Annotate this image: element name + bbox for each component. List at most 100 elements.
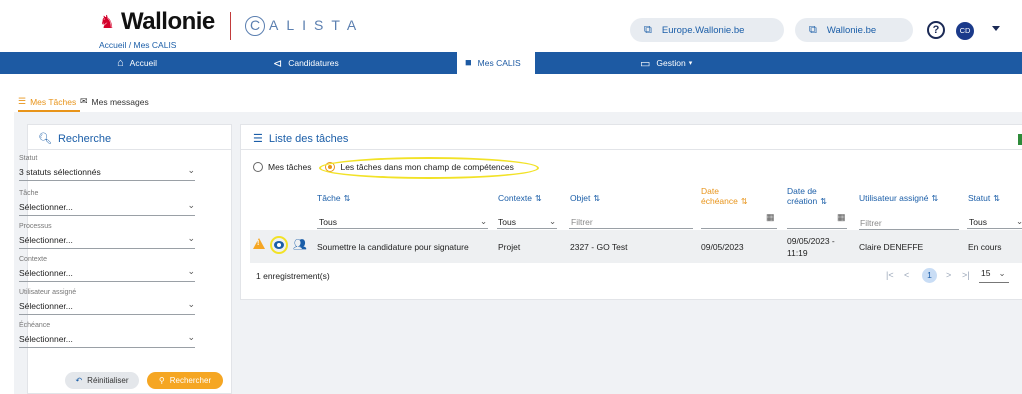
list-icon: ☰ [18,96,27,106]
process-value: Sélectionner... [19,235,73,245]
col-created-line2: création [787,196,818,206]
col-task-label: Tâche [317,193,341,203]
row-created-time: 11:19 [787,248,808,258]
last-page-icon[interactable]: >| [962,270,970,280]
filter-underline [317,228,488,229]
search-icon: 🔍︎ [38,133,52,145]
wallonie-link[interactable]: ⧉ Wallonie.be [795,18,913,42]
sort-icon: ⇅ [343,194,351,203]
status-label: Statut [19,155,38,162]
col-assignee-label: Utilisateur assigné [859,193,929,203]
page-size-value: 15 [981,268,991,278]
chevron-down-icon[interactable] [992,26,1000,31]
header-divider [230,12,231,40]
row-due: 09/05/2023 [701,242,744,252]
tab-mes-taches-label: Mes Tâches [30,96,77,107]
assignee-select[interactable]: Utilisateur assigné Sélectionner... ⌄ [19,289,195,319]
due-label: Échéance [19,322,51,329]
sort-icon: ⇅ [820,197,827,206]
nav-accueil[interactable]: ⌂ Accueil [117,52,157,74]
filter-underline [497,228,557,229]
nav-mes-calis-label: Mes CALIS [477,58,521,68]
brand-name: Wallonie [121,8,215,35]
col-due-header[interactable]: Date échéance ⇅ [701,186,748,207]
nav-mes-calis[interactable]: ■ Mes CALIS [457,52,535,74]
col-assignee-header[interactable]: Utilisateur assigné ⇅ [859,193,938,204]
sort-icon: ⇅ [931,194,939,203]
assignee-filter[interactable]: Filtrer [860,218,882,228]
calista-c-mark: C [245,16,265,36]
home-icon: ⌂ [117,57,124,69]
highlight-annotation [319,157,539,179]
task-filter[interactable]: Tous [319,217,337,227]
undo-icon: ↶ [75,376,83,385]
chevron-down-icon[interactable]: ⌄ [480,216,487,227]
field-underline [19,248,195,249]
col-context-label: Contexte [498,193,533,203]
search-button[interactable]: ⚲ Rechercher [147,372,223,389]
status-filter[interactable]: Tous [969,217,987,227]
task-label: Tâche [19,190,39,197]
filter-underline [569,228,693,229]
context-filter[interactable]: Tous [498,217,516,227]
next-page-icon[interactable]: > [946,270,951,280]
prev-page-icon[interactable]: < [904,270,909,280]
chevron-down-icon: ▾ [688,60,693,67]
current-page[interactable]: 1 [922,268,937,283]
chevron-down-icon: ⌄ [187,332,195,342]
col-task-header[interactable]: Tâche ⇅ [317,193,350,204]
search-icon: ⚲ [158,376,165,385]
field-underline [19,215,195,216]
col-created-line1: Date de [787,186,817,196]
help-icon[interactable]: ? [927,21,945,39]
warning-icon: ! [253,238,265,249]
col-due-line2: échéance [701,196,738,206]
object-filter[interactable]: Filtrer [571,217,593,227]
reset-button[interactable]: ↶ Réinitialiser [65,372,139,389]
col-object-header[interactable]: Objet ⇅ [570,193,600,204]
external-link-icon: ⧉ [809,23,817,36]
sort-icon: ⇅ [993,194,1000,203]
filter-underline [701,228,777,229]
nav-candidatures[interactable]: ⊲ Candidatures [273,52,339,74]
chevron-down-icon: ⌄ [187,165,195,175]
col-context-header[interactable]: Contexte ⇅ [498,193,542,204]
calendar-icon[interactable]: ▦ [766,212,775,223]
calendar-icon[interactable]: ▦ [837,212,846,223]
process-select[interactable]: Processus Sélectionner... ⌄ [19,223,195,253]
radio-mes-taches-label[interactable]: Mes tâches [268,162,311,172]
col-status-header[interactable]: Statut ⇅ [968,193,1000,204]
due-select[interactable]: Échéance Sélectionner... ⌄ [19,322,195,352]
nav-gestion-label: Gestion [656,58,686,68]
status-select[interactable]: Statut 3 statuts sélectionnés ⌄ [19,155,195,185]
first-page-icon[interactable]: |< [886,270,894,280]
page-size-select[interactable]: 15 ⌄ [981,268,1006,279]
breadcrumb[interactable]: Accueil / Mes CALIS [99,40,176,50]
chevron-down-icon: ⌄ [187,299,195,309]
nav-gestion[interactable]: ▭ Gestion ▾ [640,52,692,74]
col-created-header[interactable]: Date de création ⇅ [787,186,827,207]
task-select[interactable]: Tâche Sélectionner... ⌄ [19,190,195,220]
assignee-label: Utilisateur assigné [19,289,77,296]
status-indicator [1018,134,1022,145]
avatar[interactable]: CD [956,22,974,40]
col-due-line1: Date [701,186,719,196]
row-task: Soumettre la candidature pour signature [317,242,469,252]
filter-underline [967,228,1022,229]
context-select[interactable]: Contexte Sélectionner... ⌄ [19,256,195,286]
radio-mes-taches[interactable] [253,162,263,172]
wallonie-logo[interactable]: ♞ Wallonie [99,8,215,36]
eye-icon[interactable] [274,241,284,249]
europe-wallonie-label: Europe.Wallonie.be [661,24,745,36]
tab-mes-messages[interactable]: ✉ Mes messages [80,96,149,107]
chevron-down-icon[interactable]: ⌄ [549,216,556,227]
megaphone-icon: ⊲ [273,57,283,70]
due-value: Sélectionner... [19,334,73,344]
task-list-title: ☰ Liste des tâches [253,132,348,146]
europe-wallonie-link[interactable]: ⧉ Europe.Wallonie.be [630,18,784,42]
assignee-value: Sélectionner... [19,301,73,311]
tab-mes-taches[interactable]: ☰ Mes Tâches [18,96,81,112]
chevron-down-icon[interactable]: ⌄ [1016,216,1022,227]
users-icon[interactable]: 👥︎ [293,238,307,251]
chevron-down-icon: ⌄ [187,200,195,210]
